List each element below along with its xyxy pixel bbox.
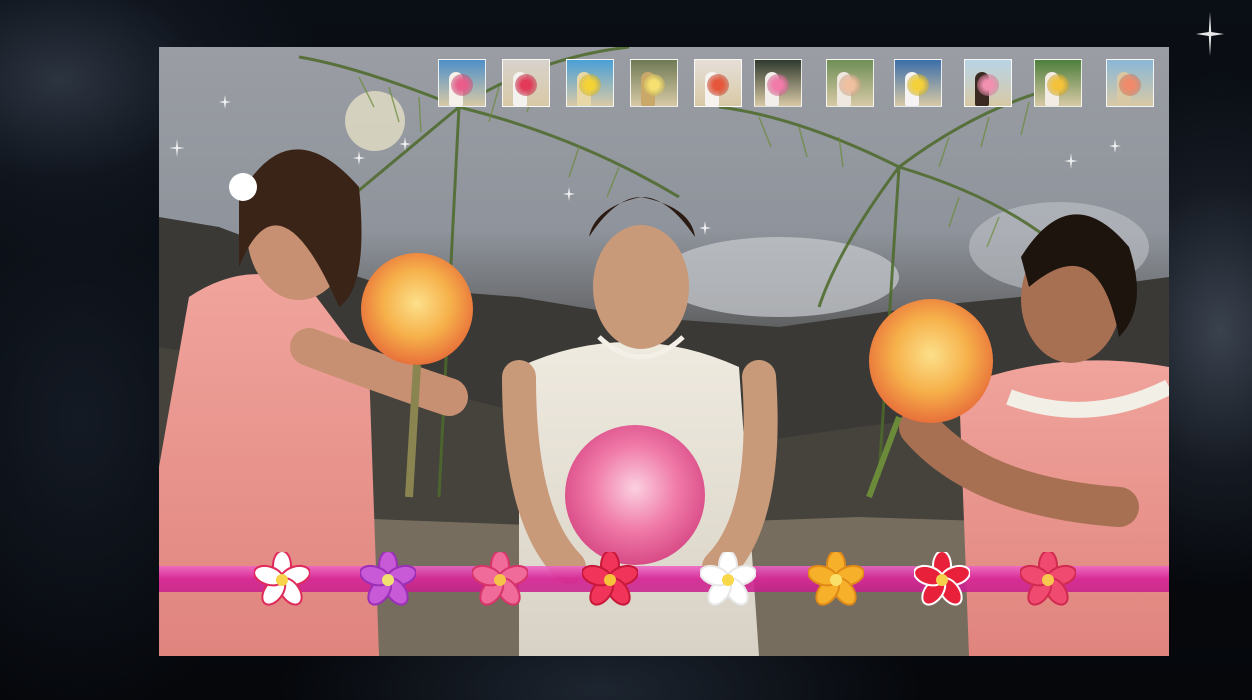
thumbnail-bouquet <box>839 74 861 97</box>
pink-plumeria-icon[interactable] <box>471 550 529 608</box>
yellow-bouquet-photo-icon[interactable] <box>630 59 678 107</box>
couple-kiss-photo-icon[interactable] <box>1034 59 1082 107</box>
sparkle-icon <box>1196 12 1224 56</box>
wedding-party-photo-icon[interactable] <box>826 59 874 107</box>
white-pink-plumeria-icon[interactable] <box>253 550 311 608</box>
wedding-party-photo <box>159 47 1169 656</box>
thumbnail-bouquet <box>1047 74 1069 97</box>
beach-flowers-photo-icon[interactable] <box>1106 59 1154 107</box>
thumbnail-bouquet <box>977 74 999 97</box>
thumbnail-bouquet <box>1119 74 1141 97</box>
bride-pink-bouquet-photo-icon[interactable] <box>754 59 802 107</box>
beach-couple-photo-icon[interactable] <box>438 59 486 107</box>
thumbnail-bouquet <box>515 74 537 97</box>
yellow-plumeria-icon[interactable] <box>807 550 865 608</box>
thumbnail-strip <box>159 47 1169 117</box>
flower-nav-bar <box>159 566 1169 592</box>
white-plumeria-icon[interactable] <box>699 550 757 608</box>
rose-plumeria-icon[interactable] <box>1019 550 1077 608</box>
thumbnail-bouquet <box>451 74 473 97</box>
beach-bouquet-photo-icon[interactable] <box>566 59 614 107</box>
thumbnail-bouquet <box>907 74 929 97</box>
couple-photo-icon[interactable] <box>502 59 550 107</box>
main-photo[interactable] <box>159 47 1169 656</box>
bride-portrait-photo-icon[interactable] <box>964 59 1012 107</box>
thumbnail-bouquet <box>767 74 789 97</box>
purple-plumeria-icon[interactable] <box>359 550 417 608</box>
thumbnail-bouquet <box>707 74 729 97</box>
bride-yellow-bouquet-photo-icon[interactable] <box>894 59 942 107</box>
gallery-stage <box>0 0 1252 700</box>
red-plumeria-icon[interactable] <box>581 550 639 608</box>
thumbnail-bouquet <box>643 74 665 97</box>
bride-umbrella-photo-icon[interactable] <box>694 59 742 107</box>
thumbnail-bouquet <box>579 74 601 97</box>
red-white-plumeria-icon[interactable] <box>913 550 971 608</box>
